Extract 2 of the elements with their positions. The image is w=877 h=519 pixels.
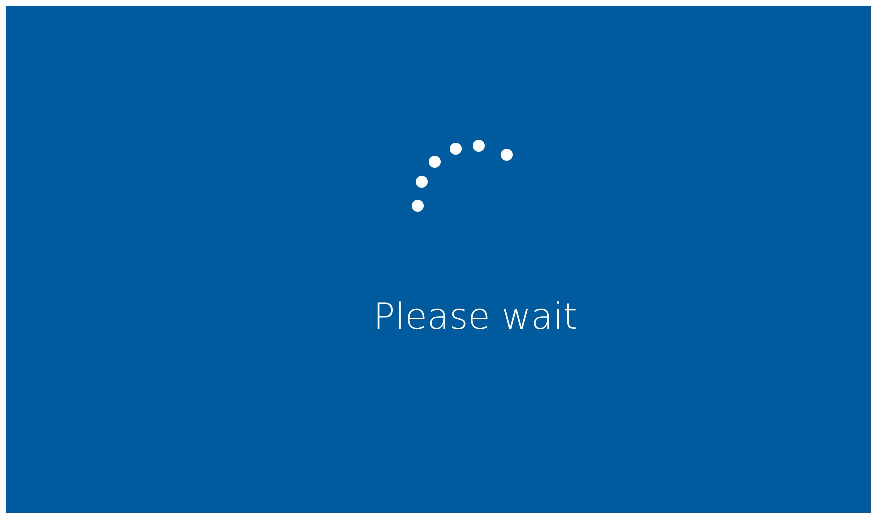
status-message: Please wait xyxy=(374,296,578,340)
loading-spinner-icon xyxy=(412,140,513,212)
